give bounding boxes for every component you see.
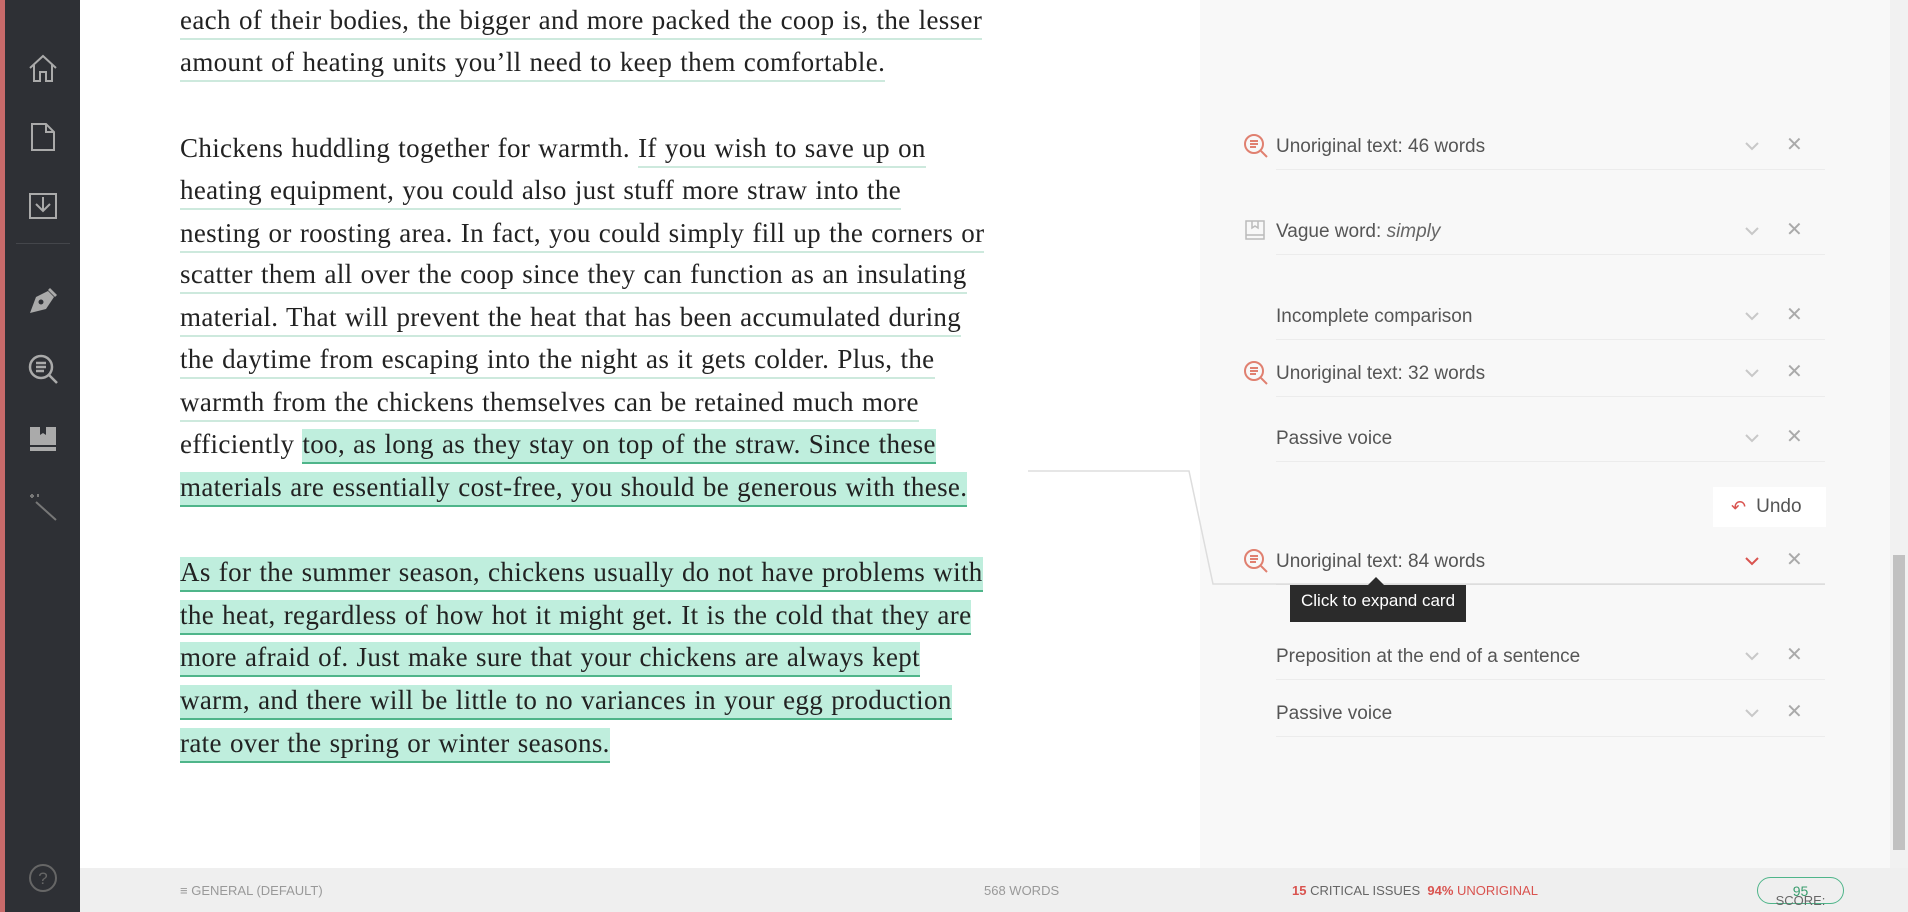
- text-segment[interactable]: efficiently: [180, 429, 302, 459]
- chevron-down-icon[interactable]: [1742, 703, 1762, 723]
- text-line[interactable]: the daytime from escaping into the night…: [180, 344, 935, 379]
- text-line[interactable]: rate over the spring or winter seasons.: [180, 728, 610, 763]
- plagiarism-icon: [1244, 361, 1268, 385]
- card-title[interactable]: Passive voice: [1276, 703, 1392, 725]
- text-segment[interactable]: Chickens huddling together for warmth.: [180, 133, 638, 163]
- suggestion-card[interactable]: Unoriginal text: 84 words ✕: [1244, 545, 1825, 585]
- book-icon: [1245, 220, 1265, 240]
- pen-icon[interactable]: [24, 281, 62, 319]
- suggestion-card[interactable]: Passive voice ✕: [1276, 422, 1825, 462]
- highlighted-text[interactable]: more afraid of. Just make sure that your…: [180, 642, 920, 677]
- chevron-down-icon[interactable]: [1742, 551, 1762, 571]
- text-line[interactable]: materials are essentially cost-free, you…: [180, 472, 968, 507]
- card-title[interactable]: Unoriginal text: 84 words: [1276, 551, 1485, 573]
- chevron-down-icon[interactable]: [1742, 363, 1762, 383]
- text-line[interactable]: Chickens huddling together for warmth. I…: [180, 133, 926, 168]
- card-title[interactable]: Incomplete comparison: [1276, 306, 1472, 328]
- highlighted-text[interactable]: rate over the spring or winter seasons.: [180, 728, 610, 763]
- text-line[interactable]: the heat, regardless of how hot it might…: [180, 600, 972, 635]
- text-line[interactable]: warmth from the chickens themselves can …: [180, 387, 919, 422]
- text-line[interactable]: amount of heating units you’ll need to k…: [180, 47, 886, 82]
- card-title[interactable]: Preposition at the end of a sentence: [1276, 646, 1580, 668]
- document-editor[interactable]: each of their bodies, the bigger and mor…: [80, 0, 1200, 868]
- text-segment[interactable]: each of their bodies, the bigger and mor…: [180, 5, 983, 40]
- word-count: 568 WORDS: [984, 883, 1060, 898]
- text-line[interactable]: efficiently too, as long as they stay on…: [180, 429, 936, 464]
- text-line[interactable]: nesting or roosting area. In fact, you c…: [180, 218, 985, 253]
- text-line[interactable]: scatter them all over the coop since the…: [180, 259, 967, 294]
- card-title[interactable]: Vague word: simply: [1276, 221, 1440, 243]
- highlighted-text[interactable]: too, as long as they stay on top of the …: [302, 429, 936, 464]
- status-bar: ≡ GENERAL (DEFAULT) 568 WORDS 15 CRITICA…: [80, 868, 1908, 912]
- suggestion-card[interactable]: Unoriginal text: 32 words ✕: [1244, 357, 1825, 397]
- close-icon[interactable]: ✕: [1786, 302, 1803, 327]
- suggestion-card[interactable]: Incomplete comparison ✕: [1276, 300, 1825, 340]
- text-segment[interactable]: warmth from the chickens themselves can …: [180, 387, 919, 422]
- undo-button[interactable]: ↶ Undo: [1713, 487, 1826, 527]
- help-icon[interactable]: ?: [24, 859, 62, 897]
- chevron-down-icon[interactable]: [1742, 136, 1762, 156]
- highlighted-text[interactable]: As for the summer season, chickens usual…: [180, 557, 983, 592]
- text-line[interactable]: warm, and there will be little to no var…: [180, 685, 952, 720]
- critical-issues[interactable]: 15 CRITICAL ISSUES 94% UNORIGINAL: [1292, 883, 1538, 898]
- highlighted-text[interactable]: materials are essentially cost-free, you…: [180, 472, 968, 507]
- suggestion-card[interactable]: Preposition at the end of a sentence ✕: [1276, 640, 1825, 680]
- scrollbar-thumb[interactable]: [1893, 555, 1905, 850]
- close-icon[interactable]: ✕: [1786, 359, 1803, 384]
- svg-text:?: ?: [38, 869, 47, 888]
- text-segment[interactable]: scatter them all over the coop since the…: [180, 259, 967, 294]
- sidebar-accent-strip: [0, 0, 5, 912]
- plagiarism-icon: [1244, 549, 1268, 573]
- download-icon[interactable]: [24, 187, 62, 225]
- plagiarism-icon: [1244, 134, 1268, 158]
- text-line[interactable]: As for the summer season, chickens usual…: [180, 557, 983, 592]
- card-title[interactable]: Unoriginal text: 46 words: [1276, 136, 1485, 158]
- text-segment[interactable]: nesting or roosting area. In fact, you c…: [180, 218, 985, 253]
- suggestion-card[interactable]: Vague word: simply ✕: [1245, 215, 1825, 255]
- magic-wand-icon[interactable]: [24, 488, 62, 526]
- suggestions-panel: Unoriginal text: 46 words ✕ Vague word: s…: [1200, 0, 1890, 868]
- text-line[interactable]: heating equipment, you could also just s…: [180, 175, 902, 210]
- text-segment[interactable]: material.: [180, 302, 286, 337]
- sidebar-divider: [16, 243, 70, 244]
- writing-style-selector[interactable]: ≡ GENERAL (DEFAULT): [180, 883, 323, 898]
- card-title[interactable]: Unoriginal text: 32 words: [1276, 363, 1485, 385]
- tooltip: Click to expand card: [1290, 577, 1467, 622]
- chevron-down-icon[interactable]: [1742, 306, 1762, 326]
- highlighted-text[interactable]: the heat, regardless of how hot it might…: [180, 600, 972, 635]
- score-badge[interactable]: SCORE: 95: [1757, 877, 1844, 908]
- chevron-down-icon[interactable]: [1742, 646, 1762, 666]
- text-segment[interactable]: the daytime from escaping into the night…: [180, 344, 935, 379]
- text-segment[interactable]: That will prevent the heat that has been…: [285, 302, 962, 337]
- close-icon[interactable]: ✕: [1786, 699, 1803, 724]
- suggestion-card[interactable]: Unoriginal text: 46 words ✕: [1244, 130, 1825, 170]
- text-segment[interactable]: amount of heating units you’ll need to k…: [180, 47, 886, 82]
- close-icon[interactable]: ✕: [1786, 642, 1803, 667]
- book-icon[interactable]: [24, 419, 62, 457]
- search-text-icon[interactable]: [24, 350, 62, 388]
- close-icon[interactable]: ✕: [1786, 424, 1803, 449]
- home-icon[interactable]: [24, 49, 62, 87]
- document-icon[interactable]: [24, 118, 62, 156]
- undo-arrow-icon: ↶: [1731, 496, 1747, 517]
- text-segment[interactable]: heating equipment, you could also just s…: [180, 175, 902, 210]
- sidebar: ?: [0, 0, 80, 912]
- card-title[interactable]: Passive voice: [1276, 428, 1392, 450]
- close-icon[interactable]: ✕: [1786, 547, 1803, 572]
- scrollbar[interactable]: [1890, 0, 1908, 868]
- suggestion-card[interactable]: Passive voice ✕: [1276, 697, 1825, 737]
- close-icon[interactable]: ✕: [1786, 217, 1803, 242]
- highlighted-text[interactable]: warm, and there will be little to no var…: [180, 685, 952, 720]
- text-segment[interactable]: If you wish to save up on: [638, 133, 926, 168]
- chevron-down-icon[interactable]: [1742, 221, 1762, 241]
- close-icon[interactable]: ✕: [1786, 132, 1803, 157]
- chevron-down-icon[interactable]: [1742, 428, 1762, 448]
- text-line[interactable]: more afraid of. Just make sure that your…: [180, 642, 920, 677]
- text-line[interactable]: each of their bodies, the bigger and mor…: [180, 5, 983, 40]
- text-line[interactable]: material. That will prevent the heat tha…: [180, 302, 962, 337]
